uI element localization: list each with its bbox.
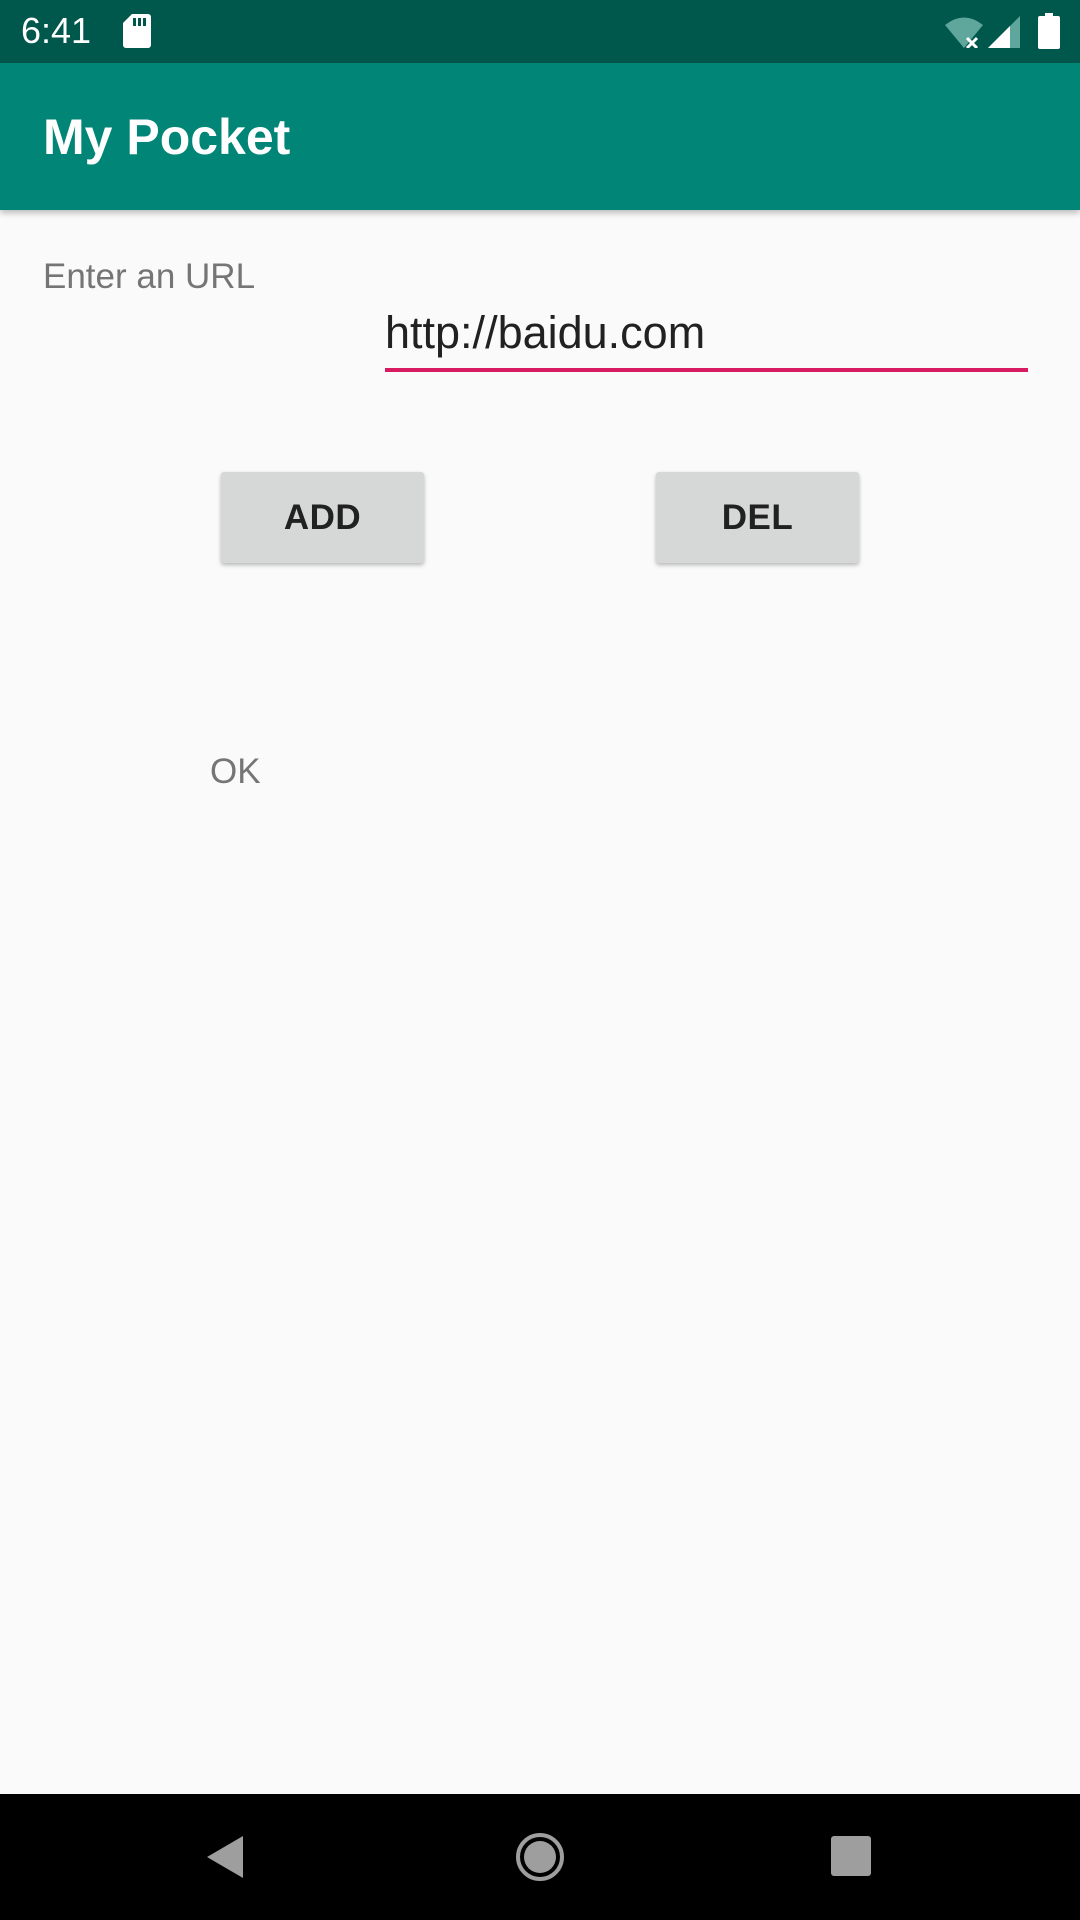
status-bar: 6:41 (0, 0, 1080, 63)
app-bar: My Pocket (0, 63, 1080, 210)
url-field[interactable] (385, 300, 1028, 372)
del-button[interactable]: DEL (656, 472, 859, 563)
app-title: My Pocket (43, 109, 291, 165)
signal-icon (988, 16, 1020, 48)
home-icon[interactable] (515, 1832, 565, 1882)
url-label: Enter an URL (43, 257, 256, 296)
nav-bar (0, 1794, 1080, 1920)
wifi-off-icon (945, 17, 983, 48)
url-input[interactable] (385, 300, 1028, 366)
recents-icon[interactable] (831, 1836, 871, 1876)
screen: 6:41 My Pocket Enter an URL ADD DEL OK (0, 0, 1080, 1920)
result-text: OK (210, 752, 261, 791)
url-underline (385, 368, 1028, 372)
back-icon[interactable] (205, 1834, 245, 1880)
status-time: 6:41 (21, 10, 92, 51)
sd-card-icon (123, 14, 151, 48)
battery-icon (1038, 13, 1060, 49)
add-button[interactable]: ADD (221, 472, 424, 563)
